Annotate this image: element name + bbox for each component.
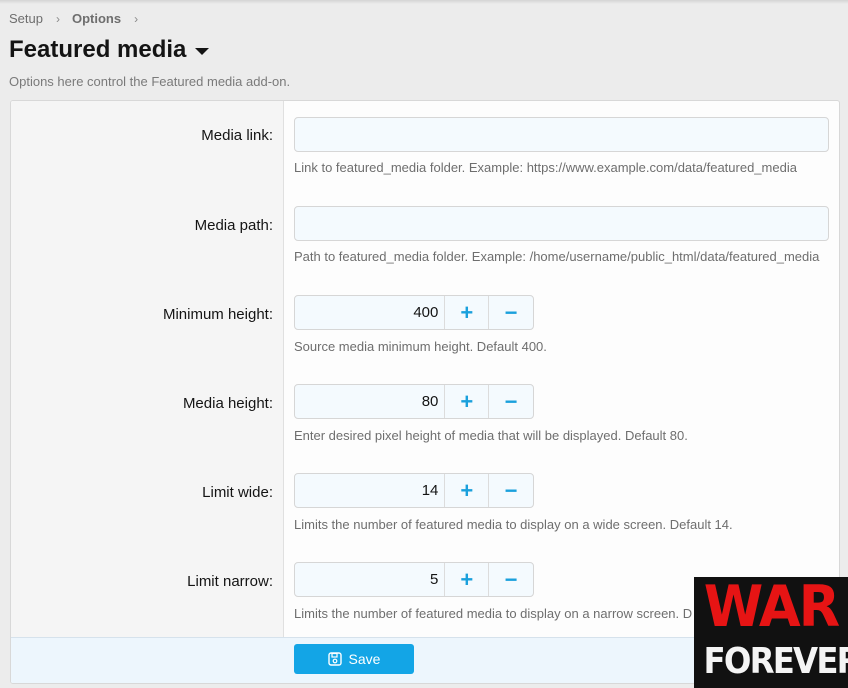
limit-narrow-increment-button[interactable]: + [445, 563, 490, 596]
breadcrumb: Setup › Options › [9, 11, 150, 26]
page-description: Options here control the Featured media … [9, 74, 291, 89]
minimum-height-decrement-button[interactable]: − [489, 296, 533, 329]
minimum-height-input[interactable]: 400 [295, 296, 446, 329]
watermark-logo: WAR FOREVER [694, 577, 848, 688]
media-path-input[interactable] [294, 206, 829, 241]
media-height-input[interactable]: 80 [295, 385, 446, 418]
limit-narrow-label: Limit narrow: [187, 573, 273, 590]
plus-icon: + [460, 299, 474, 325]
watermark-line-2: FOREVER [703, 641, 848, 682]
plus-icon: + [460, 477, 474, 503]
top-shadow [0, 0, 848, 4]
save-button-label: Save [348, 651, 381, 667]
minus-icon: − [504, 388, 518, 414]
save-button[interactable]: Save [294, 644, 414, 674]
media-height-hint: Enter desired pixel height of media that… [294, 428, 688, 443]
minus-icon: − [504, 566, 518, 592]
media-link-label: Media link: [201, 127, 273, 144]
watermark-line-1: WAR [703, 577, 841, 640]
limit-narrow-stepper: 5 + − [294, 562, 534, 597]
minus-icon: − [504, 299, 518, 325]
limit-wide-decrement-button[interactable]: − [489, 474, 533, 507]
caret-down-icon[interactable] [195, 47, 210, 55]
media-height-decrement-button[interactable]: − [489, 385, 533, 418]
breadcrumb-setup[interactable]: Setup [9, 11, 43, 26]
limit-wide-stepper: 14 + − [294, 473, 534, 508]
chevron-right-icon: › [55, 11, 60, 26]
media-path-label: Media path: [194, 217, 273, 234]
media-link-input[interactable] [294, 117, 829, 152]
limit-narrow-input[interactable]: 5 [295, 563, 446, 596]
minimum-height-increment-button[interactable]: + [445, 296, 490, 329]
plus-icon: + [460, 388, 474, 414]
media-path-hint: Path to featured_media folder. Example: … [294, 249, 820, 264]
minimum-height-label: Minimum height: [162, 306, 273, 323]
minus-icon: − [504, 477, 518, 503]
limit-wide-label: Limit wide: [202, 484, 273, 501]
page-title[interactable]: Featured media [9, 36, 210, 64]
limit-wide-input[interactable]: 14 [295, 474, 446, 507]
limit-narrow-hint: Limits the number of featured media to d… [294, 606, 693, 621]
plus-icon: + [460, 566, 474, 592]
breadcrumb-options[interactable]: Options [72, 11, 121, 26]
limit-narrow-decrement-button[interactable]: − [489, 563, 533, 596]
media-height-increment-button[interactable]: + [445, 385, 490, 418]
page-title-text: Featured media [9, 36, 187, 63]
minimum-height-stepper: 400 + − [294, 295, 534, 330]
limit-wide-hint: Limits the number of featured media to d… [294, 517, 733, 532]
media-link-hint: Link to featured_media folder. Example: … [294, 160, 797, 175]
label-column [11, 101, 284, 637]
floppy-disk-icon [327, 652, 342, 666]
minimum-height-hint: Source media minimum height. Default 400… [294, 339, 547, 354]
limit-wide-increment-button[interactable]: + [445, 474, 490, 507]
chevron-right-icon: › [134, 11, 139, 26]
media-height-stepper: 80 + − [294, 384, 534, 419]
media-height-label: Media height: [182, 395, 273, 412]
